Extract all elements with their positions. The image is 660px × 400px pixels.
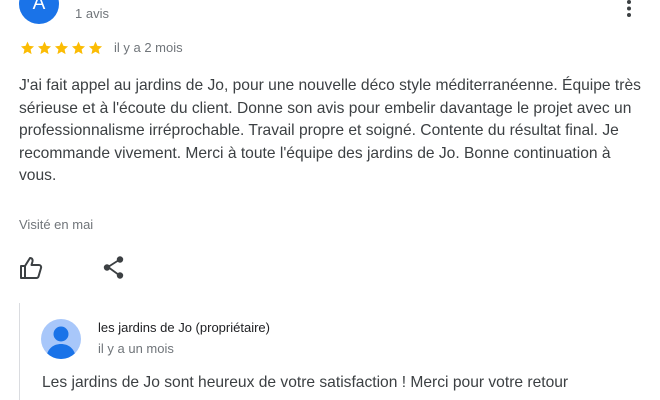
- star-icon: [54, 41, 69, 55]
- owner-avatar: [41, 319, 81, 359]
- rating-row: il y a 2 mois: [19, 40, 183, 56]
- review-text: J'ai fait appel au jardins de Jo, pour u…: [19, 77, 641, 184]
- visited-date: Visité en mai: [19, 217, 94, 232]
- star-icon: [71, 41, 86, 55]
- owner-reply-time: il y a un mois: [98, 341, 174, 356]
- star-rating: [19, 40, 104, 56]
- share-button[interactable]: [102, 255, 126, 281]
- review-card: A 1 avis il y a 2 mois J'ai fait appel a…: [0, 0, 660, 400]
- like-button[interactable]: [18, 255, 44, 281]
- person-icon: [46, 326, 76, 359]
- share-icon: [103, 256, 124, 279]
- owner-reply-text: Les jardins de Jo sont heureux de votre …: [42, 374, 569, 391]
- thumb-up-icon: [20, 257, 43, 279]
- reviewer-avatar[interactable]: A: [19, 0, 59, 24]
- more-vert-icon: [627, 0, 631, 17]
- owner-reply: les jardins de Jo (propriétaire) il y a …: [19, 303, 660, 400]
- star-icon: [37, 41, 52, 55]
- owner-name: les jardins de Jo (propriétaire): [98, 320, 270, 335]
- more-options-button[interactable]: [618, 0, 640, 20]
- star-icon: [88, 41, 103, 55]
- review-time-ago: il y a 2 mois: [114, 40, 183, 55]
- reviewer-review-count: 1 avis: [75, 6, 109, 21]
- star-icon: [20, 41, 35, 55]
